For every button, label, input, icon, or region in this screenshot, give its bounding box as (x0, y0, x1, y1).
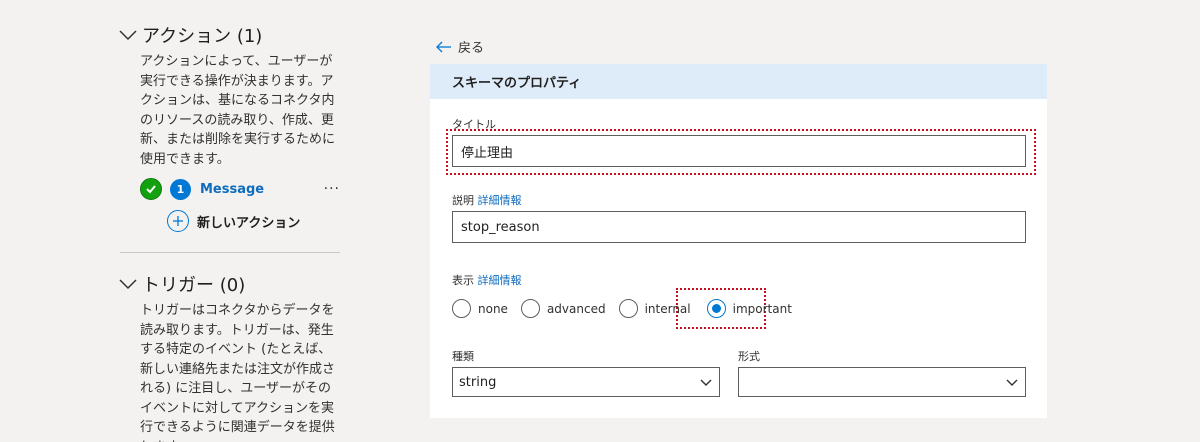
radio-advanced[interactable]: advanced (520, 299, 606, 318)
panel-header: スキーマのプロパティ (430, 64, 1047, 99)
left-panel: アクション (1) アクションによって、ユーザーが実行できる操作が決まります。ア… (118, 22, 350, 442)
chevron-down-icon (700, 379, 712, 386)
description-label: 説明 (452, 194, 474, 207)
radio-label: internal (644, 301, 691, 316)
back-label: 戻る (458, 41, 485, 56)
format-dropdown[interactable] (738, 367, 1026, 397)
radio-important[interactable]: important (706, 299, 792, 318)
add-icon (167, 210, 189, 232)
radio-circle-selected (706, 299, 726, 318)
radio-circle (452, 299, 471, 318)
title-input[interactable]: 停止理由 (452, 135, 1026, 167)
radio-label: advanced (546, 301, 606, 316)
triggers-title: トリガー (0) (142, 275, 246, 296)
check-icon (140, 178, 162, 200)
new-action-button[interactable]: 新しいアクション (167, 209, 350, 233)
visibility-label-row: 表示 詳細情報 (452, 272, 522, 288)
radio-internal[interactable]: internal (618, 299, 691, 318)
description-info-link[interactable]: 詳細情報 (478, 194, 522, 207)
format-label: 形式 (738, 350, 760, 363)
type-label: 種類 (452, 350, 474, 363)
arrow-left-icon (436, 41, 451, 52)
radio-none[interactable]: none (452, 299, 508, 318)
new-action-label: 新しいアクション (197, 215, 301, 231)
chevron-down-icon (119, 30, 137, 41)
visibility-radio-group: none advanced internal important (452, 299, 805, 318)
schema-properties-panel: スキーマのプロパティ タイトル 停止理由 説明 詳細情報 stop_reason… (430, 64, 1047, 418)
section-divider (120, 252, 340, 253)
description-label-row: 説明 詳細情報 (452, 192, 522, 208)
action-item-message[interactable]: 1 Message ··· (140, 177, 350, 201)
visibility-label: 表示 (452, 274, 474, 287)
chevron-down-icon (119, 279, 137, 290)
radio-label: important (732, 301, 792, 316)
type-dropdown[interactable]: string (452, 367, 720, 397)
visibility-info-link[interactable]: 詳細情報 (478, 274, 522, 287)
action-label[interactable]: Message (200, 182, 264, 197)
triggers-description: トリガーはコネクタからデータを読み取ります。トリガーは、発生する特定のイベント … (140, 303, 336, 442)
more-options-icon[interactable]: ··· (324, 181, 340, 197)
type-value: string (459, 374, 497, 390)
back-button[interactable]: 戻る (436, 37, 484, 56)
radio-circle (520, 299, 540, 318)
actions-section-toggle[interactable]: アクション (1) (118, 22, 350, 48)
actions-title: アクション (1) (142, 26, 263, 47)
chevron-down-icon (1006, 379, 1018, 386)
radio-label: none (478, 301, 508, 316)
triggers-section-toggle[interactable]: トリガー (0) (118, 271, 350, 297)
action-number-badge: 1 (170, 178, 191, 200)
actions-description: アクションによって、ユーザーが実行できる操作が決まります。アクションは、基になる… (140, 54, 336, 167)
radio-circle (618, 299, 638, 318)
description-input[interactable]: stop_reason (452, 211, 1026, 243)
